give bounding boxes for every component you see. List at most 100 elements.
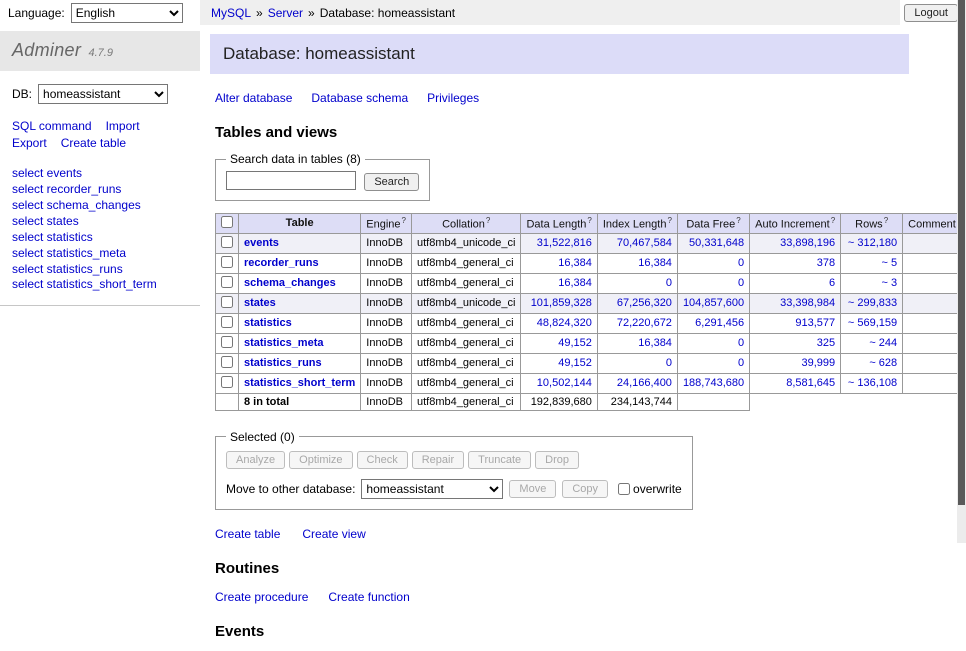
sidebar-item-select-statistics-runs[interactable]: select statistics_runs xyxy=(12,262,188,278)
row-checkbox[interactable] xyxy=(221,376,233,388)
logout-button[interactable]: Logout xyxy=(904,4,958,22)
auto-increment-link[interactable]: 8,581,645 xyxy=(786,377,835,389)
repair-button[interactable]: Repair xyxy=(412,451,464,469)
data-free-link[interactable]: 6,291,456 xyxy=(695,317,744,329)
row-checkbox[interactable] xyxy=(221,256,233,268)
help-link[interactable]: ? xyxy=(667,216,671,225)
sidebar-item-select-states[interactable]: select states xyxy=(12,214,188,230)
sidebar-sql-command-link[interactable]: SQL command xyxy=(12,119,92,133)
help-link[interactable]: ? xyxy=(736,216,740,225)
move-button[interactable]: Move xyxy=(509,480,556,498)
help-link[interactable]: ? xyxy=(486,216,490,225)
auto-increment-link[interactable]: 913,577 xyxy=(795,317,835,329)
alter-database-link[interactable]: Alter database xyxy=(215,91,292,105)
rows-count-link[interactable]: ~ 628 xyxy=(869,357,897,369)
row-checkbox[interactable] xyxy=(221,296,233,308)
table-link[interactable]: statistics_meta xyxy=(244,337,324,349)
rows-count-link[interactable]: ~ 569,159 xyxy=(848,317,897,329)
table-link[interactable]: recorder_runs xyxy=(244,257,319,269)
rows-count-link[interactable]: ~ 136,108 xyxy=(848,377,897,389)
sidebar-item-select-events[interactable]: select events xyxy=(12,166,188,182)
sidebar-item-select-recorder-runs[interactable]: select recorder_runs xyxy=(12,182,188,198)
auto-increment-link[interactable]: 33,898,196 xyxy=(780,237,835,249)
sidebar-item-select-statistics-meta[interactable]: select statistics_meta xyxy=(12,246,188,262)
index-length-link[interactable]: 70,467,584 xyxy=(617,237,672,249)
row-checkbox[interactable] xyxy=(221,236,233,248)
truncate-button[interactable]: Truncate xyxy=(468,451,531,469)
overwrite-checkbox[interactable] xyxy=(618,483,630,495)
help-link[interactable]: ? xyxy=(402,216,406,225)
index-length-link[interactable]: 72,220,672 xyxy=(617,317,672,329)
create-procedure-link[interactable]: Create procedure xyxy=(215,590,308,604)
data-free-link[interactable]: 50,331,648 xyxy=(689,237,744,249)
data-length-link[interactable]: 48,824,320 xyxy=(537,317,592,329)
breadcrumb-mysql-link[interactable]: MySQL xyxy=(211,6,251,20)
auto-increment-link[interactable]: 6 xyxy=(829,277,835,289)
row-checkbox[interactable] xyxy=(221,316,233,328)
optimize-button[interactable]: Optimize xyxy=(289,451,352,469)
help-link[interactable]: ? xyxy=(587,216,591,225)
data-length-link[interactable]: 101,859,328 xyxy=(531,297,592,309)
index-length-link[interactable]: 67,256,320 xyxy=(617,297,672,309)
create-table-link[interactable]: Create table xyxy=(215,527,280,541)
db-select[interactable]: homeassistant xyxy=(38,84,168,104)
sidebar-item-select-statistics[interactable]: select statistics xyxy=(12,230,188,246)
rows-count-link[interactable]: ~ 5 xyxy=(882,257,898,269)
auto-increment-link[interactable]: 39,999 xyxy=(802,357,836,369)
table-link[interactable]: events xyxy=(244,237,279,249)
data-free-link[interactable]: 0 xyxy=(738,357,744,369)
data-length-link[interactable]: 16,384 xyxy=(558,277,592,289)
search-button[interactable]: Search xyxy=(364,173,419,191)
drop-button[interactable]: Drop xyxy=(535,451,579,469)
database-schema-link[interactable]: Database schema xyxy=(311,91,408,105)
row-checkbox[interactable] xyxy=(221,356,233,368)
sidebar-item-select-statistics-short-term[interactable]: select statistics_short_term xyxy=(12,277,188,293)
data-free-link[interactable]: 104,857,600 xyxy=(683,297,744,309)
index-length-link[interactable]: 16,384 xyxy=(638,257,672,269)
auto-increment-link[interactable]: 378 xyxy=(817,257,835,269)
help-link[interactable]: ? xyxy=(884,216,888,225)
index-length-link[interactable]: 16,384 xyxy=(638,337,672,349)
table-link[interactable]: statistics_short_term xyxy=(244,377,355,389)
rows-count-link[interactable]: ~ 244 xyxy=(869,337,897,349)
check-button[interactable]: Check xyxy=(357,451,408,469)
table-link[interactable]: states xyxy=(244,297,276,309)
sidebar-import-link[interactable]: Import xyxy=(106,119,140,133)
sidebar-create-table-link[interactable]: Create table xyxy=(61,136,126,150)
rows-count-link[interactable]: ~ 3 xyxy=(882,277,898,289)
table-link[interactable]: schema_changes xyxy=(244,277,336,289)
create-function-link[interactable]: Create function xyxy=(328,590,409,604)
index-length-link[interactable]: 0 xyxy=(666,357,672,369)
data-length-link[interactable]: 31,522,816 xyxy=(537,237,592,249)
sidebar-export-link[interactable]: Export xyxy=(12,136,47,150)
data-free-link[interactable]: 0 xyxy=(738,277,744,289)
move-database-select[interactable]: homeassistant xyxy=(361,479,503,499)
row-checkbox[interactable] xyxy=(221,336,233,348)
index-length-link[interactable]: 24,166,400 xyxy=(617,377,672,389)
select-all-checkbox[interactable] xyxy=(221,216,233,228)
table-link[interactable]: statistics xyxy=(244,317,292,329)
data-free-link[interactable]: 188,743,680 xyxy=(683,377,744,389)
sidebar-item-select-schema-changes[interactable]: select schema_changes xyxy=(12,198,188,214)
create-view-link[interactable]: Create view xyxy=(302,527,365,541)
rows-count-link[interactable]: ~ 299,833 xyxy=(848,297,897,309)
scrollbar-thumb[interactable] xyxy=(958,0,965,505)
privileges-link[interactable]: Privileges xyxy=(427,91,479,105)
copy-button[interactable]: Copy xyxy=(562,480,608,498)
data-length-link[interactable]: 49,152 xyxy=(558,337,592,349)
data-length-link[interactable]: 49,152 xyxy=(558,357,592,369)
table-link[interactable]: statistics_runs xyxy=(244,357,322,369)
auto-increment-link[interactable]: 325 xyxy=(817,337,835,349)
help-link[interactable]: ? xyxy=(831,216,835,225)
language-select[interactable]: English xyxy=(71,3,183,23)
data-free-link[interactable]: 0 xyxy=(738,337,744,349)
analyze-button[interactable]: Analyze xyxy=(226,451,285,469)
auto-increment-link[interactable]: 33,398,984 xyxy=(780,297,835,309)
index-length-link[interactable]: 0 xyxy=(666,277,672,289)
data-free-link[interactable]: 0 xyxy=(738,257,744,269)
search-input[interactable] xyxy=(226,171,356,190)
data-length-link[interactable]: 10,502,144 xyxy=(537,377,592,389)
data-length-link[interactable]: 16,384 xyxy=(558,257,592,269)
row-checkbox[interactable] xyxy=(221,276,233,288)
rows-count-link[interactable]: ~ 312,180 xyxy=(848,237,897,249)
